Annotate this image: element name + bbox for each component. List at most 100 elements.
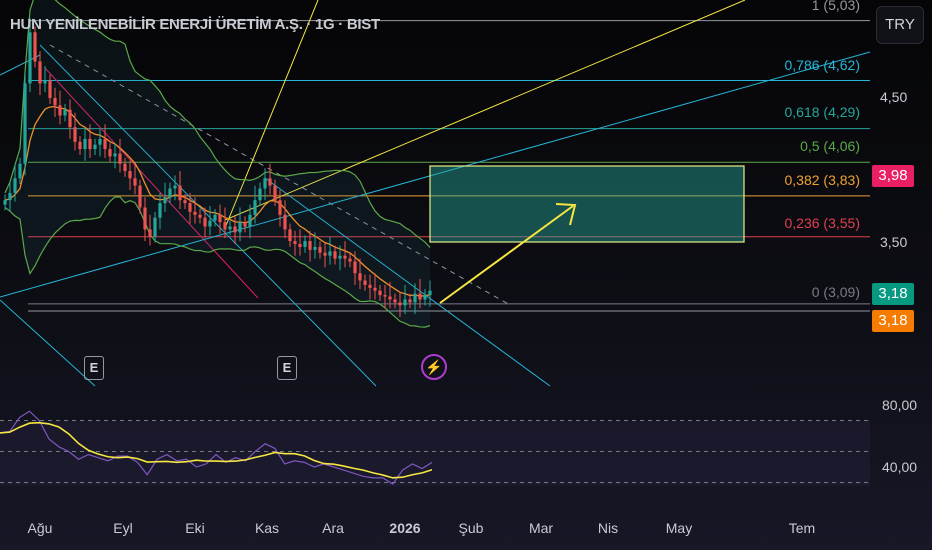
candle-body xyxy=(248,214,252,227)
candle-body xyxy=(408,299,412,303)
candle-body xyxy=(283,214,287,230)
candle-body xyxy=(58,105,62,116)
candle-body xyxy=(323,252,327,256)
x-tick: Nis xyxy=(597,520,619,536)
x-tick: Mar xyxy=(528,520,554,536)
candle-body xyxy=(43,80,47,84)
candle-body xyxy=(418,293,422,300)
symbol-title[interactable]: HUN YENİLENEBİLİR ENERJİ ÜRETİM A.Ş. · 1… xyxy=(10,16,380,33)
candle-body xyxy=(363,280,367,285)
candle-body xyxy=(358,273,362,281)
candle-body xyxy=(173,185,177,189)
candle-body xyxy=(403,299,407,306)
candle-body xyxy=(148,229,152,237)
rsi-background-band xyxy=(0,421,870,486)
candle-body xyxy=(23,83,27,164)
candle-body xyxy=(113,153,117,157)
currency-button[interactable]: TRY xyxy=(876,6,924,44)
candle-body xyxy=(13,178,17,193)
candle-body xyxy=(303,241,307,247)
candle-body xyxy=(138,185,142,208)
x-tick: Kas xyxy=(254,520,280,536)
candle-body xyxy=(88,138,92,150)
candle-body xyxy=(243,222,247,227)
y-tick-450: 4,50 xyxy=(880,89,908,105)
candle-body xyxy=(33,32,37,62)
candle-body xyxy=(168,188,172,198)
candle-body xyxy=(253,200,257,215)
price-tag-high: 3,98 xyxy=(872,165,914,187)
candle-body xyxy=(153,217,157,237)
candle-body xyxy=(38,61,42,84)
candle-body xyxy=(223,222,227,230)
candle-body xyxy=(203,217,207,227)
candle-body xyxy=(133,178,137,186)
x-tick: Ağu xyxy=(27,520,53,536)
candle-body xyxy=(388,296,392,300)
candle-body xyxy=(308,241,312,250)
candle-body xyxy=(233,226,237,233)
candle-body xyxy=(93,144,97,150)
fib-label-0382: 0,382 (3,83) xyxy=(784,172,861,188)
price-tag-last: 3,18 xyxy=(872,283,914,305)
candle-body xyxy=(18,163,22,179)
candle-body xyxy=(328,251,332,256)
earnings-event-icon[interactable]: E xyxy=(277,356,297,380)
x-tick: 2026 xyxy=(389,520,421,536)
candle-body xyxy=(63,109,67,116)
candle-body xyxy=(338,255,342,259)
cyan-channel-line-3[interactable] xyxy=(0,299,96,387)
candle-body xyxy=(268,178,272,186)
candle-body xyxy=(78,141,82,150)
x-tick: Eyl xyxy=(113,520,133,536)
candle-body xyxy=(213,214,217,221)
fib-label-0236: 0,236 (3,55) xyxy=(784,215,861,231)
candle-body xyxy=(278,200,282,215)
candle-body xyxy=(158,203,162,218)
candle-body xyxy=(73,127,77,142)
candle-body xyxy=(123,163,127,171)
y-tick-350: 3,50 xyxy=(880,234,908,250)
candle-body xyxy=(333,251,337,259)
fib-label-0618: 0,618 (4,29) xyxy=(784,104,861,120)
candle-body xyxy=(188,203,192,212)
candle-body xyxy=(228,226,232,230)
candle-body xyxy=(163,197,167,204)
fib-label-0: 0 (3,09) xyxy=(811,284,860,300)
candle-body xyxy=(238,222,242,233)
candle-body xyxy=(118,153,122,164)
candle-body xyxy=(343,255,347,259)
x-tick: Tem xyxy=(788,520,816,536)
candle-body xyxy=(208,220,212,227)
fib-label-05: 0,5 (4,06) xyxy=(800,138,860,154)
x-tick: Eki xyxy=(185,520,205,536)
candle-body xyxy=(293,241,297,244)
candle-body xyxy=(428,290,432,296)
chart-canvas[interactable] xyxy=(0,0,932,550)
candle-body xyxy=(3,200,7,205)
candle-body xyxy=(383,295,387,297)
candle-body xyxy=(98,138,102,145)
x-tick: May xyxy=(665,520,693,536)
rsi-tick-40: 40,00 xyxy=(882,459,918,475)
lightning-icon[interactable]: ⚡ xyxy=(421,354,447,380)
candle-body xyxy=(103,138,107,150)
candle-body xyxy=(318,246,322,253)
candle-body xyxy=(48,80,52,98)
candle-body xyxy=(183,200,187,204)
candle-body xyxy=(258,188,262,201)
candle-body xyxy=(128,171,132,179)
candle-body xyxy=(218,214,222,223)
candle-body xyxy=(413,293,417,303)
candle-body xyxy=(373,287,377,291)
earnings-event-icon[interactable]: E xyxy=(84,356,104,380)
candle-body xyxy=(288,229,292,242)
candle-body xyxy=(108,149,112,157)
x-tick: Ara xyxy=(322,520,344,536)
candle-body xyxy=(348,258,352,262)
candle-body xyxy=(393,299,397,303)
candle-body xyxy=(273,185,277,201)
candle-body xyxy=(368,284,372,288)
candle-body xyxy=(53,98,57,106)
fib-label-1: 1 (5,03) xyxy=(811,0,860,13)
